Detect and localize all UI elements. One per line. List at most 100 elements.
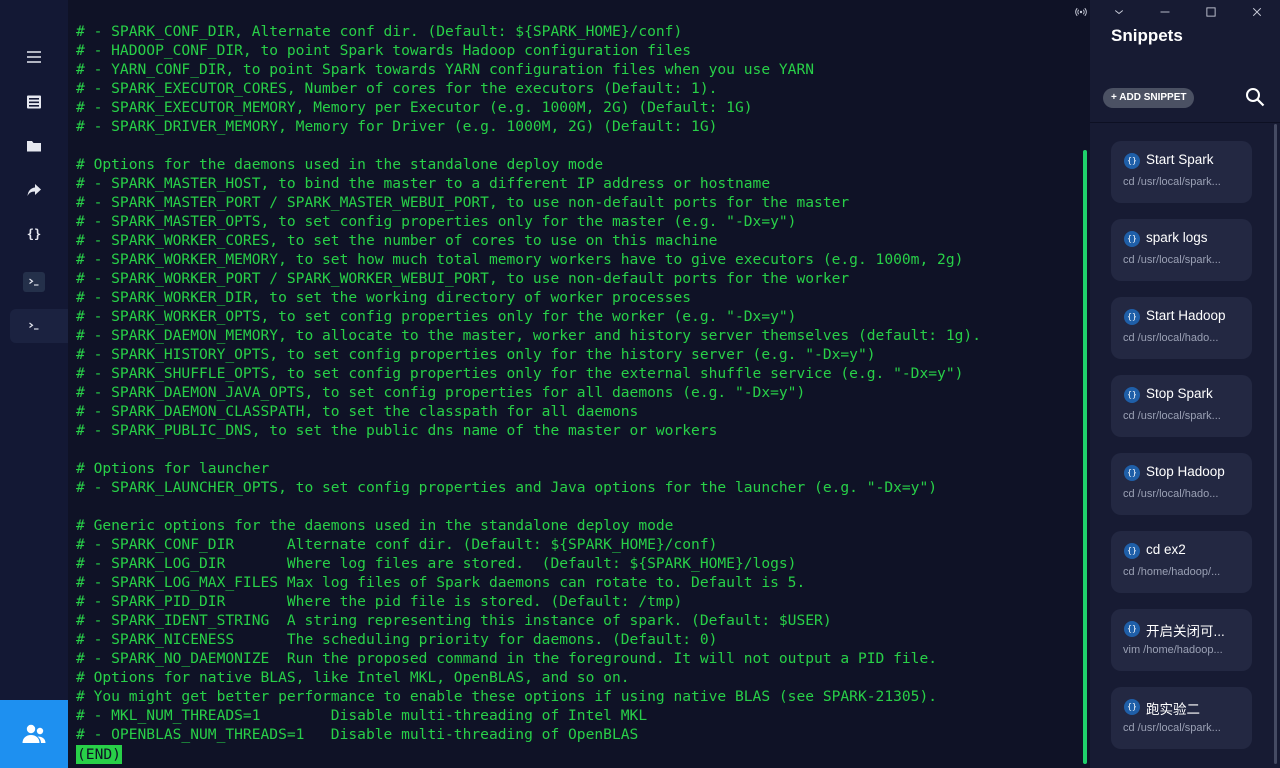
snippet-title: spark logs	[1146, 230, 1208, 245]
terminal-line: # - SPARK_SHUFFLE_OPTS, to set config pr…	[76, 365, 964, 382]
snippet-title: 跑实验二	[1146, 702, 1200, 717]
hosts-button[interactable]	[0, 85, 68, 119]
terminal-line: # - SPARK_PID_DIR Where the pid file is …	[76, 593, 683, 610]
terminal-line: # - OPENBLAS_NUM_THREADS=1 Disable multi…	[76, 726, 639, 743]
terminal-output[interactable]: # - SPARK_CONF_DIR, Alternate conf dir. …	[68, 0, 1090, 768]
snippet-braces-icon: {}	[1124, 231, 1140, 247]
terminal-line: # - SPARK_CONF_DIR, Alternate conf dir. …	[76, 23, 683, 40]
close-icon	[1252, 7, 1262, 17]
snippet-braces-icon: {}	[1124, 621, 1140, 637]
terminal-line: # - SPARK_HISTORY_OPTS, to set config pr…	[76, 346, 876, 363]
terminal-button[interactable]	[0, 265, 68, 299]
snippet-card[interactable]: {} cd ex2 cd /home/hadoop/...	[1111, 531, 1252, 593]
terminal-line: # - SPARK_CONF_DIR Alternate conf dir. (…	[76, 536, 718, 553]
pager-end-marker: (END)	[76, 745, 122, 764]
minimize-button[interactable]	[1156, 4, 1174, 20]
terminal-icon	[23, 272, 45, 292]
snippet-title: Stop Spark	[1146, 386, 1213, 401]
terminal-scrollbar[interactable]	[1083, 150, 1087, 764]
dropdown-button[interactable]	[1110, 4, 1128, 20]
snippet-command: cd /usr/local/hado...	[1123, 332, 1219, 344]
team-users-icon	[22, 724, 46, 743]
terminal-line: # - SPARK_MASTER_OPTS, to set config pro…	[76, 213, 797, 230]
snippet-title: Start Hadoop	[1146, 308, 1226, 323]
snippets-panel: Snippets + ADD SNIPPET {} Start Spark cd /…	[1075, 0, 1280, 768]
snippet-command: cd /usr/local/spark...	[1123, 722, 1221, 734]
snippet-command: cd /usr/local/spark...	[1123, 254, 1221, 266]
terminal-line: # - SPARK_DAEMON_MEMORY, to allocate to …	[76, 327, 981, 344]
terminal-line: # - SPARK_DRIVER_MEMORY, Memory for Driv…	[76, 118, 718, 135]
terminal-line: # - SPARK_MASTER_HOST, to bind the maste…	[76, 175, 771, 192]
terminal-line: # - SPARK_PUBLIC_DNS, to set the public …	[76, 422, 718, 439]
terminal-line: # - SPARK_WORKER_CORES, to set the numbe…	[76, 232, 718, 249]
snippet-card[interactable]: {} Start Hadoop cd /usr/local/hado...	[1111, 297, 1252, 359]
snippet-title: 开启关闭可...	[1146, 624, 1225, 639]
maximize-icon	[1206, 7, 1216, 17]
snippet-title: Stop Hadoop	[1146, 464, 1225, 479]
terminal-line: # - SPARK_LAUNCHER_OPTS, to set config p…	[76, 479, 938, 496]
port-forwarding-button[interactable]	[0, 173, 68, 207]
snippet-list: {} Start Spark cd /usr/local/spark... {} spa…	[1111, 141, 1252, 765]
terminal-line: # - SPARK_WORKER_MEMORY, to set how much…	[76, 251, 964, 268]
hosts-icon	[27, 95, 41, 109]
team-button[interactable]	[0, 700, 68, 768]
terminal-line: # Options for native BLAS, like Intel MK…	[76, 669, 630, 686]
snippet-braces-icon: {}	[1124, 699, 1140, 715]
snippets-button[interactable]: {}	[0, 217, 68, 251]
chevron-down-icon	[1114, 10, 1124, 15]
search-icon	[1246, 88, 1265, 107]
panel-divider	[1090, 122, 1280, 123]
terminal-line: # - SPARK_MASTER_PORT / SPARK_MASTER_WEB…	[76, 194, 850, 211]
sftp-button[interactable]	[0, 129, 68, 163]
terminal-line: # - SPARK_DAEMON_CLASSPATH, to set the c…	[76, 403, 639, 420]
terminal-line: # - SPARK_LOG_DIR Where log files are st…	[76, 555, 797, 572]
minimize-icon	[1160, 11, 1170, 13]
terminal-line: # - SPARK_WORKER_PORT / SPARK_WORKER_WEB…	[76, 270, 850, 287]
add-snippet-button[interactable]: + ADD SNIPPET	[1103, 88, 1195, 108]
terminal-line: # - MKL_NUM_THREADS=1 Disable multi-thre…	[76, 707, 648, 724]
snippet-card[interactable]: {} Stop Spark cd /usr/local/spark...	[1111, 375, 1252, 437]
snippet-title: cd ex2	[1146, 542, 1186, 557]
menu-button[interactable]	[0, 40, 68, 74]
active-terminal-tab[interactable]	[10, 309, 68, 343]
snippet-command: cd /home/hadoop/...	[1123, 566, 1221, 578]
snippet-card[interactable]: {} spark logs cd /usr/local/spark...	[1111, 219, 1252, 281]
snippet-braces-icon: {}	[1124, 309, 1140, 325]
terminal-line: # Generic options for the daemons used i…	[76, 517, 674, 534]
broadcast-button[interactable]	[1072, 4, 1090, 20]
snippets-scrollbar[interactable]	[1274, 124, 1277, 764]
maximize-button[interactable]	[1202, 4, 1220, 20]
terminal-line: # - SPARK_WORKER_OPTS, to set config pro…	[76, 308, 797, 325]
snippet-command: vim /home/hadoop...	[1123, 644, 1223, 656]
terminal-line: # You might get better performance to en…	[76, 688, 938, 705]
snippet-card[interactable]: {} Stop Hadoop cd /usr/local/hado...	[1111, 453, 1252, 515]
port-forwarding-icon	[27, 184, 41, 196]
terminal-line: # - YARN_CONF_DIR, to point Spark toward…	[76, 61, 815, 78]
snippet-command: cd /usr/local/hado...	[1123, 488, 1219, 500]
terminal-line: # - SPARK_DAEMON_JAVA_OPTS, to set confi…	[76, 384, 806, 401]
snippet-card[interactable]: {} 开启关闭可... vim /home/hadoop...	[1111, 609, 1252, 671]
terminal-line: # - HADOOP_CONF_DIR, to point Spark towa…	[76, 42, 692, 59]
close-button[interactable]	[1248, 4, 1266, 20]
terminal-text: # - SPARK_CONF_DIR, Alternate conf dir. …	[76, 22, 981, 744]
snippet-card[interactable]: {} Start Spark cd /usr/local/spark...	[1111, 141, 1252, 203]
snippet-braces-icon: {}	[1124, 387, 1140, 403]
snippet-braces-icon: {}	[1124, 153, 1140, 169]
terminal-line: # - SPARK_IDENT_STRING A string represen…	[76, 612, 832, 629]
snippets-braces-icon: {}	[26, 227, 42, 241]
terminal-line: # - SPARK_LOG_MAX_FILES Max log files of…	[76, 574, 806, 591]
panel-title: Snippets	[1111, 26, 1183, 45]
sftp-folder-icon	[27, 141, 41, 152]
terminal-line: # Options for launcher	[76, 460, 270, 477]
snippet-command: cd /usr/local/spark...	[1123, 410, 1221, 422]
terminal-line: # - SPARK_NICENESS The scheduling priori…	[76, 631, 718, 648]
active-terminal-icon	[29, 322, 39, 330]
snippet-card[interactable]: {} 跑实验二 cd /usr/local/spark...	[1111, 687, 1252, 749]
terminal-line: # Options for the daemons used in the st…	[76, 156, 604, 173]
broadcast-icon	[1075, 7, 1087, 17]
terminal-line: # - SPARK_WORKER_DIR, to set the working…	[76, 289, 692, 306]
left-nav-rail: {}	[0, 0, 68, 768]
search-button[interactable]	[1244, 86, 1266, 108]
menu-icon	[27, 51, 41, 63]
snippet-braces-icon: {}	[1124, 465, 1140, 481]
